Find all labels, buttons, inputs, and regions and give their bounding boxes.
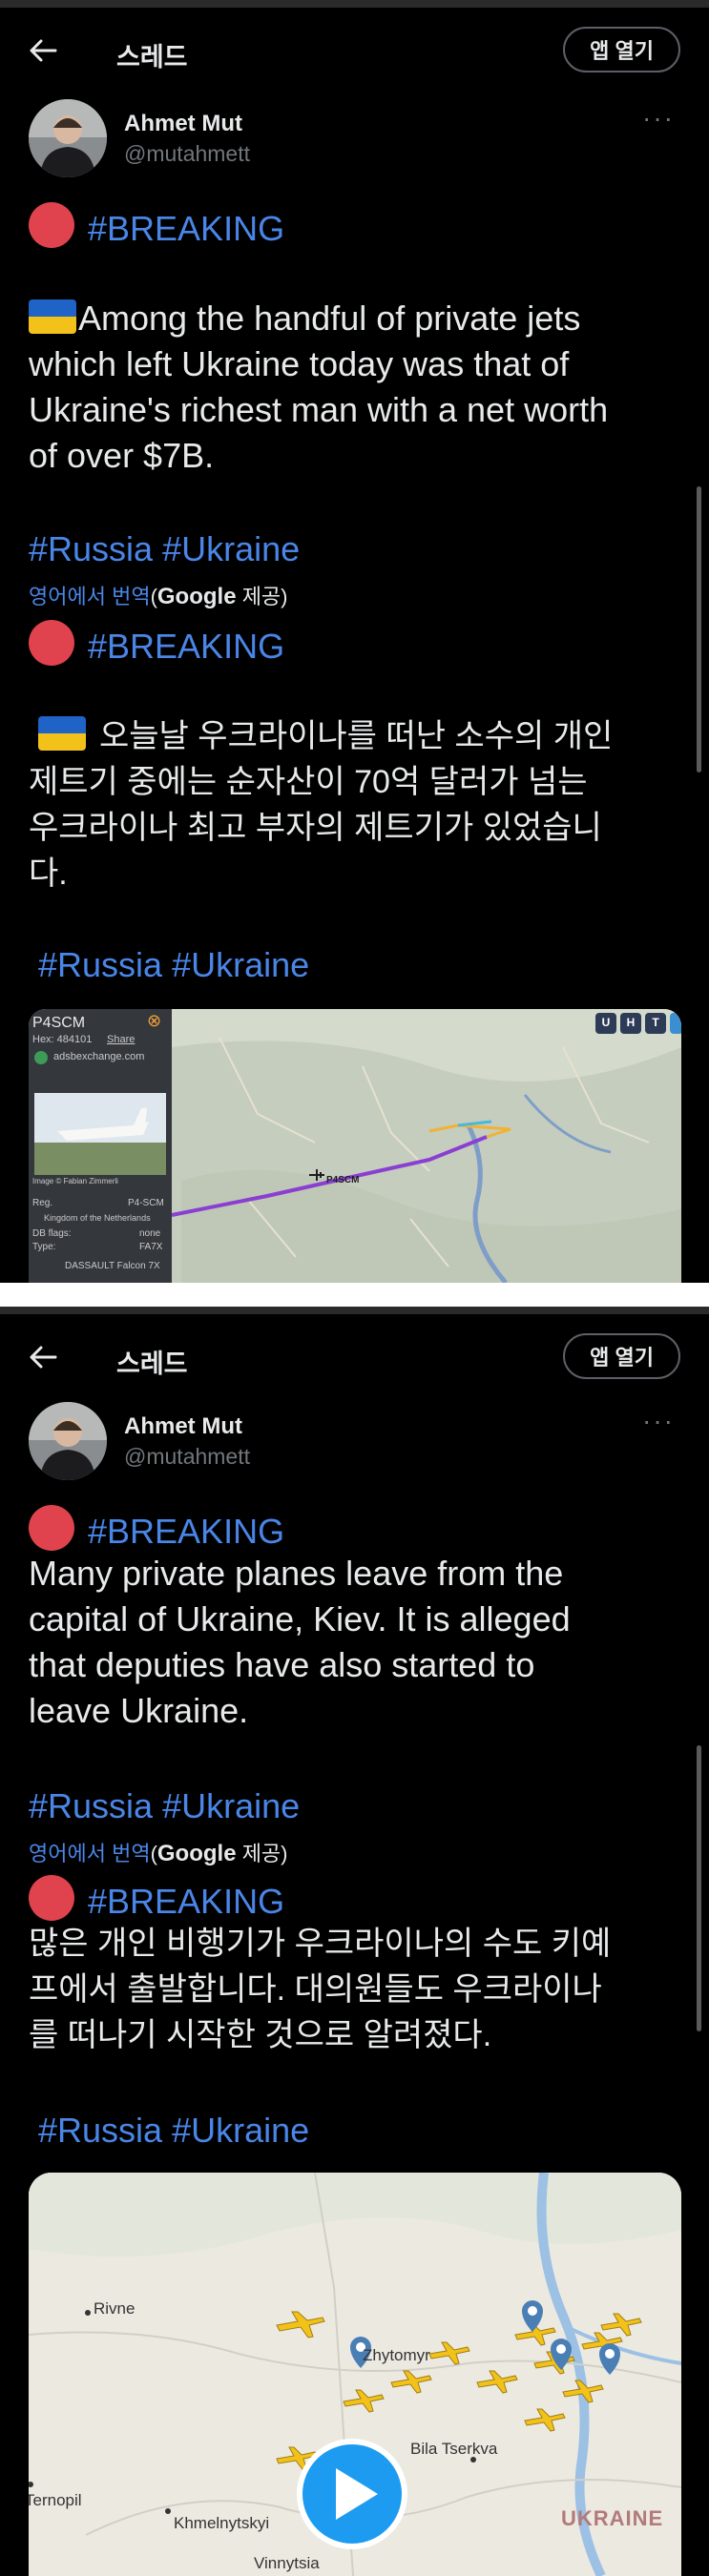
translated-text-line: 프에서 출발합니다. 대의원들도 우크라이나 bbox=[29, 1971, 602, 2008]
breaking-line: #BREAKING bbox=[29, 1505, 284, 1555]
panel-separator bbox=[0, 1283, 709, 1307]
more-options-icon[interactable]: ··· bbox=[642, 103, 675, 134]
reg-label: Reg. bbox=[32, 1198, 53, 1208]
open-app-button[interactable]: 앱 열기 bbox=[563, 1333, 680, 1379]
scrollbar[interactable] bbox=[697, 486, 701, 773]
hashtags-link[interactable]: #Russia #Ukraine bbox=[38, 942, 309, 988]
user-handle[interactable]: @mutahmett bbox=[124, 1444, 250, 1470]
google-logo: Google bbox=[156, 584, 237, 609]
flight-tracker-image[interactable]: P4SCM ⊗ Hex: 484101 Share adsbexchange.c… bbox=[29, 1009, 681, 1283]
thread-header: 스레드 앱 열기 bbox=[0, 8, 709, 92]
hashtags-link[interactable]: #Russia #Ukraine bbox=[29, 1783, 300, 1829]
map-country-label: UKRAINE bbox=[561, 2506, 664, 2530]
hashtag-link[interactable]: #BREAKING bbox=[88, 1882, 284, 1921]
hashtag-link[interactable]: #BREAKING bbox=[88, 627, 284, 666]
page-title: 스레드 bbox=[116, 1350, 188, 1378]
open-app-button[interactable]: 앱 열기 bbox=[563, 27, 680, 72]
translated-text-line: 오늘날 우크라이나를 떠난 소수의 개인 bbox=[29, 713, 613, 759]
close-icon[interactable]: ⊗ bbox=[147, 1011, 161, 1031]
tweet-text-line: that deputies have also started to bbox=[29, 1645, 535, 1684]
scrollbar[interactable] bbox=[697, 1745, 701, 2031]
aircraft-hex: Hex: 484101 bbox=[32, 1034, 93, 1045]
hashtag-link[interactable]: #BREAKING bbox=[88, 209, 284, 248]
user-handle[interactable]: @mutahmett bbox=[124, 141, 250, 167]
type-label: Type: bbox=[32, 1242, 56, 1252]
translate-link[interactable]: 영어에서 번역 bbox=[29, 1842, 151, 1865]
aircraft-model: DASSAULT Falcon 7X bbox=[65, 1261, 160, 1271]
back-arrow-icon[interactable] bbox=[27, 1341, 59, 1373]
flight-radar-video[interactable]: Rivne Zhytomyr Bila Tserkva Ternopil Khm… bbox=[29, 2173, 681, 2576]
user-name[interactable]: Ahmet Mut bbox=[124, 1413, 242, 1440]
google-logo: Google bbox=[156, 1841, 237, 1866]
map-place-label: Zhytomyr bbox=[363, 2346, 430, 2364]
tweet-text-line: leave Ukraine. bbox=[29, 1691, 249, 1730]
map-button-t[interactable]: T bbox=[645, 1016, 666, 1029]
map-place-label: Bila Tserkva bbox=[410, 2440, 498, 2458]
tweet-text-line: Among the handful of private jets bbox=[29, 296, 580, 341]
translation-credit: 영어에서 번역(Google 제공) bbox=[29, 584, 288, 609]
hashtags-link[interactable]: #Russia #Ukraine bbox=[29, 526, 300, 572]
map-button-u[interactable]: U bbox=[595, 1016, 616, 1029]
map-place-label: Vinnytsia bbox=[254, 2554, 320, 2572]
map-button-h[interactable]: H bbox=[620, 1016, 641, 1029]
map-place-label: Ternopil bbox=[29, 2491, 82, 2509]
user-name[interactable]: Ahmet Mut bbox=[124, 111, 242, 137]
tweet-text-line: Ukraine's richest man with a net worth bbox=[29, 390, 609, 429]
type-value: FA7X bbox=[139, 1242, 163, 1252]
tweet-text-line: Many private planes leave from the bbox=[29, 1554, 564, 1593]
status-strip bbox=[0, 1307, 709, 1314]
breaking-line: #BREAKING bbox=[29, 202, 284, 252]
red-circle-icon bbox=[29, 202, 74, 248]
back-arrow-icon[interactable] bbox=[27, 34, 59, 67]
map-place-label: Khmelnytskyi bbox=[174, 2514, 270, 2532]
translated-text-line: 많은 개인 비행기가 우크라이나의 수도 키예 bbox=[29, 1926, 612, 1962]
aircraft-callsign: P4SCM bbox=[32, 1015, 86, 1031]
adsb-logo-icon bbox=[34, 1051, 48, 1064]
status-strip bbox=[0, 0, 709, 8]
source-link[interactable]: adsbexchange.com bbox=[53, 1051, 144, 1062]
db-flags-value: none bbox=[139, 1228, 161, 1239]
avatar-photo-icon bbox=[29, 99, 107, 177]
ukraine-flag-icon bbox=[29, 299, 76, 334]
translate-link[interactable]: 영어에서 번역 bbox=[29, 585, 151, 608]
hashtags-link[interactable]: #Russia #Ukraine bbox=[38, 2108, 309, 2154]
ukraine-flag-icon bbox=[38, 716, 86, 751]
more-options-icon[interactable]: ··· bbox=[642, 1406, 675, 1436]
red-circle-icon bbox=[29, 1875, 74, 1921]
tweet-text-line: capital of Ukraine, Kiev. It is alleged bbox=[29, 1599, 571, 1638]
translated-breaking-line: #BREAKING bbox=[29, 620, 284, 670]
red-circle-icon bbox=[29, 1505, 74, 1551]
image-credit: Image © Fabian Zimmerli bbox=[32, 1177, 118, 1185]
thread-header: 스레드 앱 열기 bbox=[0, 1314, 709, 1398]
page-title: 스레드 bbox=[116, 43, 188, 72]
screenshot-panel-1: 스레드 앱 열기 Ahmet Mut @mutahmett ··· #BREAK… bbox=[0, 0, 709, 1283]
translated-text-line: 제트기 중에는 순자산이 70억 달러가 넘는 bbox=[29, 764, 588, 800]
tweet-text-line: of over $7B. bbox=[29, 436, 215, 475]
avatar[interactable] bbox=[29, 99, 107, 177]
map-place-label: Rivne bbox=[94, 2299, 136, 2318]
avatar[interactable] bbox=[29, 1402, 107, 1480]
share-link[interactable]: Share bbox=[107, 1034, 135, 1045]
reg-value: P4-SCM bbox=[128, 1198, 164, 1208]
country-value: Kingdom of the Netherlands bbox=[44, 1213, 151, 1223]
tweet-text-line: which left Ukraine today was that of bbox=[29, 344, 570, 383]
translated-text-line: 우크라이나 최고 부자의 제트기가 있었습니 bbox=[29, 810, 602, 846]
translated-text-line: 를 떠나기 시작한 것으로 알려졌다. bbox=[29, 2017, 492, 2053]
red-circle-icon bbox=[29, 620, 74, 666]
translated-breaking-line: #BREAKING bbox=[29, 1875, 284, 1925]
translated-text-line: 다. bbox=[29, 855, 68, 892]
hashtag-link[interactable]: #BREAKING bbox=[88, 1512, 284, 1551]
avatar-photo-icon bbox=[29, 1402, 107, 1480]
map-aircraft-label: P4SCM bbox=[326, 1175, 360, 1185]
translation-credit: 영어에서 번역(Google 제공) bbox=[29, 1841, 288, 1866]
db-flags-label: DB flags: bbox=[32, 1228, 72, 1239]
